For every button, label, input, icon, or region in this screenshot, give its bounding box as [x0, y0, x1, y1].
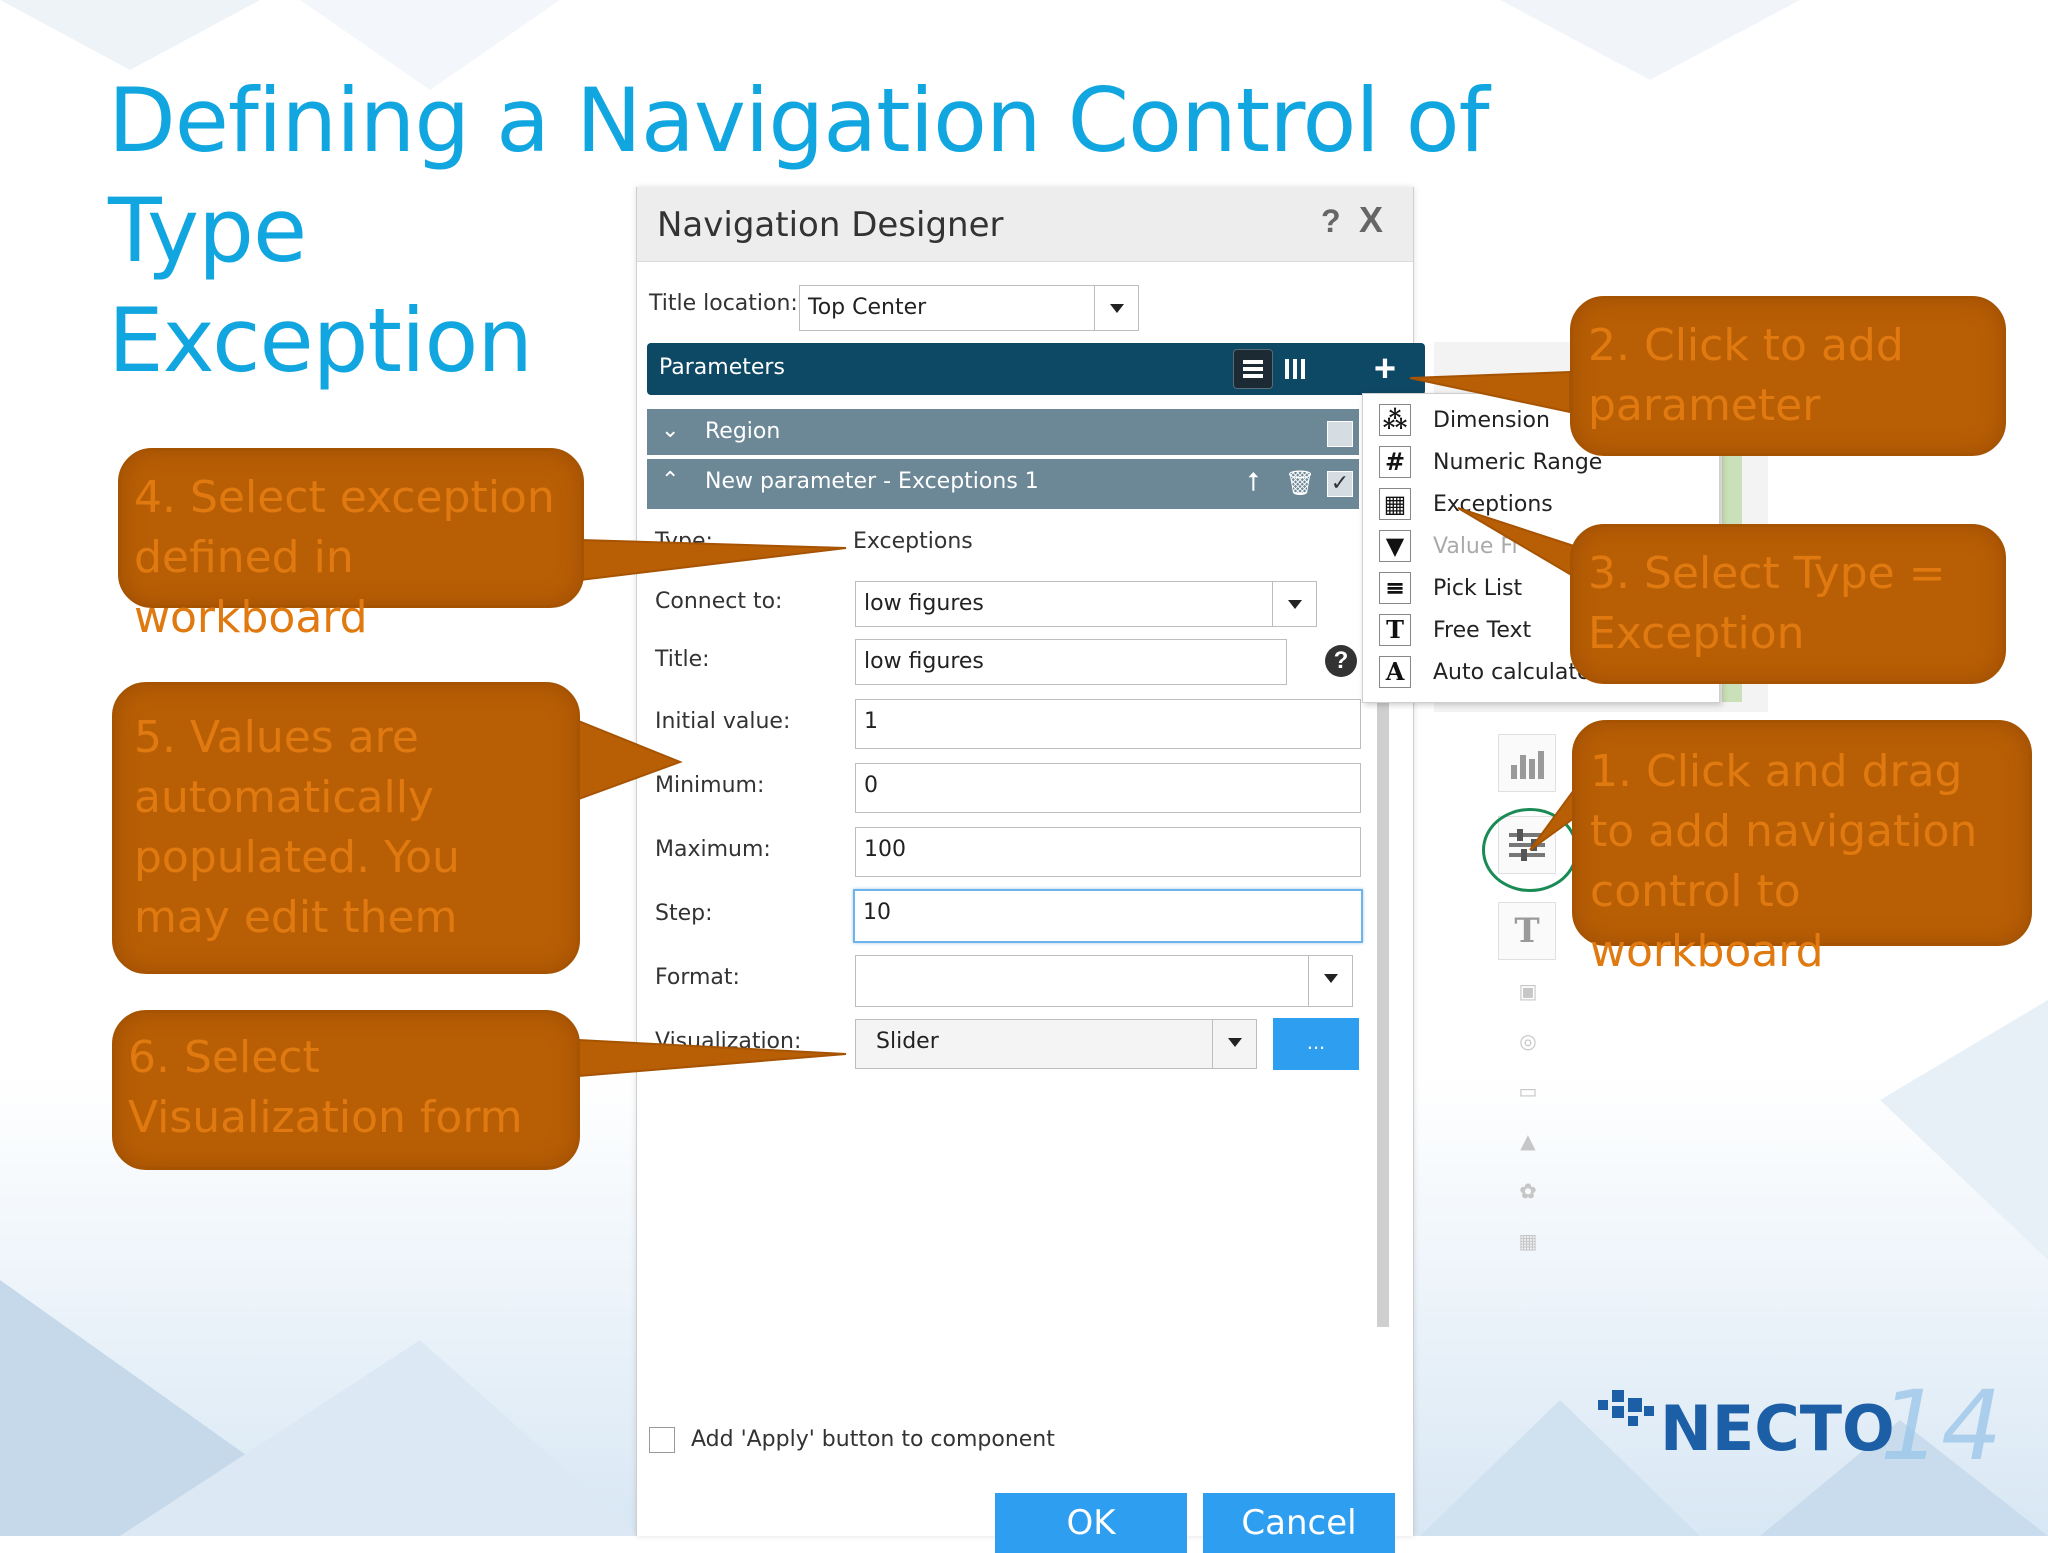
minimum-label: Minimum:: [655, 773, 765, 798]
connect-to-label: Connect to:: [655, 589, 783, 614]
exceptions-icon: ▦: [1379, 488, 1411, 520]
chevron-up-icon[interactable]: ⌃: [661, 467, 679, 493]
step-input[interactable]: 10: [853, 889, 1363, 943]
title-location-select[interactable]: Top Center: [799, 285, 1139, 331]
menu-item-label: Dimension: [1433, 408, 1550, 433]
title-input[interactable]: low figures: [855, 639, 1287, 685]
highlight-circle: [1482, 808, 1578, 892]
visualization-settings-button[interactable]: ...: [1273, 1018, 1359, 1070]
ok-button[interactable]: OK: [995, 1493, 1187, 1553]
callout-step-6-text: 6. Select Visualization form: [128, 1032, 523, 1143]
type-label: Type:: [655, 529, 713, 554]
logo-version: 14: [1880, 1370, 2003, 1482]
necto-logo-icon: [1598, 1390, 1654, 1426]
title-location-label: Title location:: [649, 291, 798, 316]
trash-icon[interactable]: 🗑: [1285, 469, 1315, 498]
list-view-icon[interactable]: [1233, 349, 1273, 389]
help-circle-icon[interactable]: ?: [1325, 645, 1357, 677]
initial-value: 1: [864, 709, 878, 734]
dialog-title: Navigation Designer: [657, 205, 1004, 245]
text-icon: T: [1379, 614, 1411, 646]
apply-button-label: Add 'Apply' button to component: [691, 1427, 1055, 1452]
help-icon[interactable]: ?: [1321, 203, 1341, 240]
minimum-value: 0: [864, 773, 878, 798]
add-parameter-button[interactable]: +: [1365, 349, 1405, 389]
close-icon[interactable]: X: [1359, 199, 1383, 241]
menu-item-label: Numeric Range: [1433, 450, 1603, 475]
visualization-value: Slider: [876, 1029, 939, 1054]
format-select[interactable]: [855, 955, 1353, 1007]
chevron-down-icon[interactable]: [1212, 1020, 1256, 1068]
auto-calculate-icon: A: [1379, 656, 1411, 688]
logo-text: NECTO: [1660, 1392, 1895, 1465]
title-label: Title:: [655, 647, 710, 672]
region-label: Region: [705, 419, 781, 444]
visualization-label: Visualization:: [655, 1029, 802, 1054]
bar-chart-icon[interactable]: [1498, 734, 1556, 792]
parameter-row-exceptions[interactable]: ⌃ New parameter - Exceptions 1 ⭡ 🗑 ✓: [647, 459, 1359, 509]
menu-item-label: Free Text: [1433, 618, 1532, 643]
navigation-designer-dialog: Navigation Designer ? X Title location: …: [636, 187, 1425, 1553]
connect-to-value: low figures: [864, 591, 984, 616]
chevron-down-icon[interactable]: [1272, 582, 1316, 626]
parameters-bar: Parameters +: [647, 343, 1425, 395]
callout-step-1-text: 1. Click and drag to add navigation cont…: [1590, 746, 1978, 977]
text-tool-icon[interactable]: T: [1498, 902, 1556, 960]
menu-item-label: Auto calculate: [1433, 660, 1591, 685]
chevron-down-icon[interactable]: [1308, 956, 1352, 1006]
checkbox-icon[interactable]: ✓: [1327, 471, 1353, 497]
html-tool-icon[interactable]: ▭: [1508, 1072, 1548, 1112]
apply-button-checkbox[interactable]: [649, 1427, 675, 1453]
grid-tool-icon[interactable]: ▦: [1508, 1222, 1548, 1262]
step-label: Step:: [655, 901, 713, 926]
menu-item-exceptions[interactable]: ▦ Exceptions: [1363, 484, 1719, 526]
columns-view-icon[interactable]: [1277, 349, 1317, 389]
connect-to-select[interactable]: low figures: [855, 581, 1317, 627]
new-parameter-label: New parameter - Exceptions 1: [705, 469, 1039, 494]
callout-step-4-text: 4. Select exception defined in workboard: [134, 472, 555, 643]
gauge-tool-icon[interactable]: ◎: [1508, 1022, 1548, 1062]
menu-item-label: Exceptions: [1433, 492, 1553, 517]
type-value: Exceptions: [853, 529, 973, 554]
step-value: 10: [863, 900, 891, 925]
cancel-button[interactable]: Cancel: [1203, 1493, 1395, 1553]
menu-item-label: Pick List: [1433, 576, 1523, 601]
visualization-select[interactable]: Slider: [855, 1019, 1257, 1069]
filter-icon: ▼: [1379, 530, 1411, 562]
scrollbar[interactable]: [1377, 687, 1389, 1327]
minimum-input[interactable]: 0: [855, 763, 1361, 813]
title-location-value: Top Center: [808, 295, 927, 320]
format-label: Format:: [655, 965, 740, 990]
chevron-down-icon[interactable]: [1094, 286, 1138, 330]
callout-step-2-text: 2. Click to add parameter: [1588, 320, 1904, 431]
image-tool-icon[interactable]: ▣: [1508, 972, 1548, 1012]
region-checkbox[interactable]: [1327, 421, 1353, 447]
initial-value-label: Initial value:: [655, 709, 791, 734]
initial-value-input[interactable]: 1: [855, 699, 1361, 749]
dialog-header: Navigation Designer ? X: [637, 187, 1413, 262]
maximum-value: 100: [864, 837, 906, 862]
maximum-input[interactable]: 100: [855, 827, 1361, 877]
title-value: low figures: [864, 649, 984, 674]
callout-step-5-text: 5. Values are automatically populated. Y…: [134, 712, 460, 943]
arrow-up-icon[interactable]: ⭡: [1247, 467, 1259, 499]
parameters-label: Parameters: [659, 355, 785, 380]
menu-item-label: Value Fi: [1433, 534, 1518, 559]
list-icon: ≡: [1379, 572, 1411, 604]
hash-icon: #: [1379, 446, 1411, 478]
dimension-icon: ⁂: [1379, 404, 1411, 436]
callout-step-3-text: 3. Select Type = Exception: [1588, 548, 1946, 659]
chevron-down-icon[interactable]: ⌄: [661, 417, 679, 443]
maximum-label: Maximum:: [655, 837, 771, 862]
map-tool-icon[interactable]: ▲: [1508, 1122, 1548, 1162]
link-tool-icon[interactable]: ✿: [1508, 1172, 1548, 1212]
parameter-row-region[interactable]: ⌄ Region: [647, 409, 1359, 455]
